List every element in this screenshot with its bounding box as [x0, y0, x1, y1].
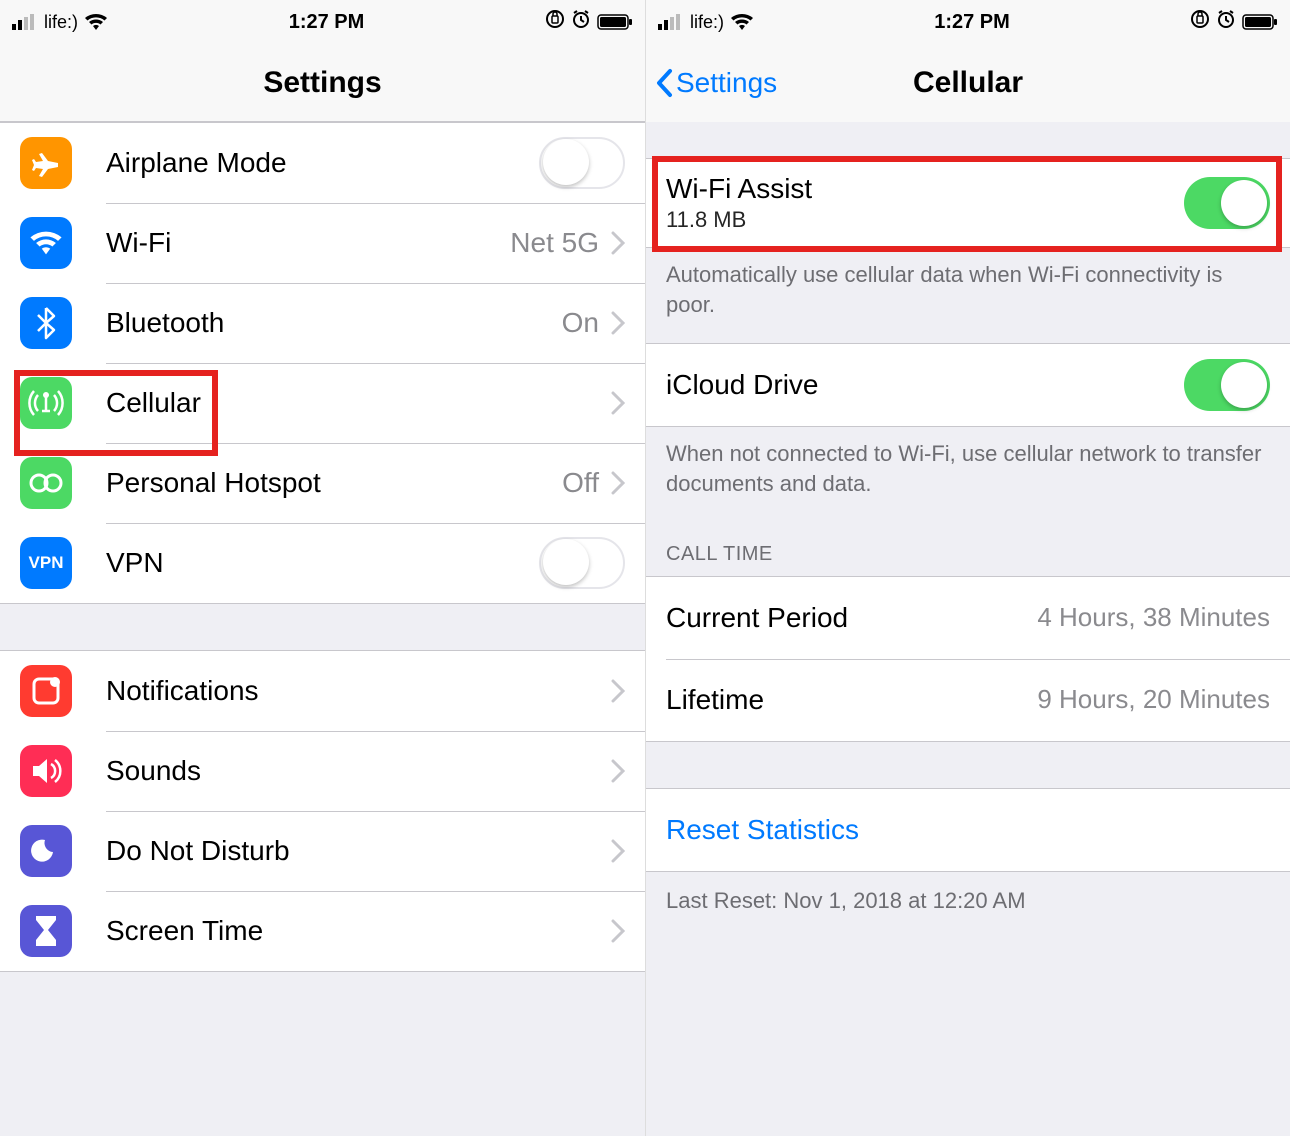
- screentime-icon: [20, 905, 72, 957]
- row-label: Airplane Mode: [106, 147, 539, 179]
- row-bluetooth[interactable]: Bluetooth On: [0, 283, 645, 363]
- signal-icon: [12, 14, 38, 30]
- bluetooth-icon: [20, 297, 72, 349]
- icloud-toggle[interactable]: [1184, 359, 1270, 411]
- sounds-icon: [20, 745, 72, 797]
- chevron-right-icon: [611, 839, 625, 863]
- row-value: Off: [562, 467, 599, 499]
- settings-group-network: Airplane Mode Wi-Fi Net 5G Bluetooth On …: [0, 122, 645, 604]
- row-label: Wi-Fi: [106, 227, 510, 259]
- signal-icon: [658, 14, 684, 30]
- row-personal-hotspot[interactable]: Personal Hotspot Off: [0, 443, 645, 523]
- vpn-icon: VPN: [20, 537, 72, 589]
- wifi-assist-usage: 11.8 MB: [666, 207, 1184, 233]
- nav-bar: Settings Cellular: [646, 44, 1290, 122]
- settings-group-general: Notifications Sounds Do Not Disturb Scre…: [0, 650, 645, 972]
- status-time: 1:27 PM: [934, 11, 1010, 34]
- vpn-toggle[interactable]: [539, 537, 625, 589]
- rotation-lock-icon: [1190, 9, 1210, 35]
- rotation-lock-icon: [545, 9, 565, 35]
- back-label: Settings: [676, 67, 777, 99]
- wifi-assist-footer: Automatically use cellular data when Wi-…: [646, 248, 1290, 343]
- status-time: 1:27 PM: [289, 11, 365, 34]
- chevron-right-icon: [611, 919, 625, 943]
- hotspot-icon: [20, 457, 72, 509]
- alarm-icon: [571, 9, 591, 35]
- nav-title: Cellular: [913, 66, 1023, 100]
- icloud-label: iCloud Drive: [666, 369, 1184, 401]
- nav-title: Settings: [263, 66, 381, 100]
- chevron-right-icon: [611, 679, 625, 703]
- carrier-label: life:): [690, 12, 724, 33]
- wifi-assist-label: Wi-Fi Assist: [666, 173, 1184, 205]
- icloud-footer: When not connected to Wi-Fi, use cellula…: [646, 427, 1290, 522]
- alarm-icon: [1216, 9, 1236, 35]
- row-label: Notifications: [106, 675, 611, 707]
- row-airplane-mode[interactable]: Airplane Mode: [0, 123, 645, 203]
- row-label: VPN: [106, 547, 539, 579]
- status-bar: life:) 1:27 PM: [646, 0, 1290, 44]
- row-value: On: [562, 307, 599, 339]
- row-reset-statistics[interactable]: Reset Statistics: [646, 789, 1290, 871]
- icloud-group: iCloud Drive: [646, 343, 1290, 427]
- status-bar: life:) 1:27 PM: [0, 0, 645, 44]
- wifi-assist-toggle[interactable]: [1184, 177, 1270, 229]
- row-cellular[interactable]: Cellular: [0, 363, 645, 443]
- back-button[interactable]: Settings: [654, 67, 777, 99]
- airplane-icon: [20, 137, 72, 189]
- row-label: Personal Hotspot: [106, 467, 562, 499]
- call-time-group: Current Period 4 Hours, 38 Minutes Lifet…: [646, 576, 1290, 742]
- wifi-icon: [84, 13, 108, 31]
- last-reset-footer: Last Reset: Nov 1, 2018 at 12:20 AM: [646, 872, 1290, 940]
- row-current-period: Current Period 4 Hours, 38 Minutes: [646, 577, 1290, 659]
- row-label: Sounds: [106, 755, 611, 787]
- airplane-toggle[interactable]: [539, 137, 625, 189]
- current-period-label: Current Period: [666, 602, 1037, 634]
- chevron-right-icon: [611, 471, 625, 495]
- cellular-icon: [20, 377, 72, 429]
- reset-group: Reset Statistics: [646, 788, 1290, 872]
- chevron-right-icon: [611, 391, 625, 415]
- row-do-not-disturb[interactable]: Do Not Disturb: [0, 811, 645, 891]
- wifi-settings-icon: [20, 217, 72, 269]
- settings-screen: life:) 1:27 PM Settings Airplane: [0, 0, 645, 1136]
- row-screen-time[interactable]: Screen Time: [0, 891, 645, 971]
- current-period-value: 4 Hours, 38 Minutes: [1037, 602, 1270, 633]
- row-label: Screen Time: [106, 915, 611, 947]
- row-icloud-drive[interactable]: iCloud Drive: [646, 344, 1290, 426]
- chevron-right-icon: [611, 231, 625, 255]
- lifetime-value: 9 Hours, 20 Minutes: [1037, 684, 1270, 715]
- wifi-assist-group: Wi-Fi Assist 11.8 MB: [646, 158, 1290, 248]
- dnd-icon: [20, 825, 72, 877]
- battery-icon: [597, 13, 633, 31]
- row-wifi[interactable]: Wi-Fi Net 5G: [0, 203, 645, 283]
- chevron-right-icon: [611, 759, 625, 783]
- call-time-header: CALL TIME: [646, 523, 1290, 576]
- nav-bar: Settings: [0, 44, 645, 122]
- row-value: Net 5G: [510, 227, 599, 259]
- chevron-right-icon: [611, 311, 625, 335]
- notifications-icon: [20, 665, 72, 717]
- row-vpn[interactable]: VPN VPN: [0, 523, 645, 603]
- row-label: Bluetooth: [106, 307, 562, 339]
- row-lifetime: Lifetime 9 Hours, 20 Minutes: [646, 659, 1290, 741]
- lifetime-label: Lifetime: [666, 684, 1037, 716]
- row-wifi-assist[interactable]: Wi-Fi Assist 11.8 MB: [646, 159, 1290, 247]
- battery-icon: [1242, 13, 1278, 31]
- row-sounds[interactable]: Sounds: [0, 731, 645, 811]
- carrier-label: life:): [44, 12, 78, 33]
- row-label: Cellular: [106, 387, 611, 419]
- row-label: Do Not Disturb: [106, 835, 611, 867]
- row-notifications[interactable]: Notifications: [0, 651, 645, 731]
- wifi-icon: [730, 13, 754, 31]
- reset-statistics-label: Reset Statistics: [666, 814, 859, 846]
- cellular-screen: life:) 1:27 PM Settings Cellular: [645, 0, 1290, 1136]
